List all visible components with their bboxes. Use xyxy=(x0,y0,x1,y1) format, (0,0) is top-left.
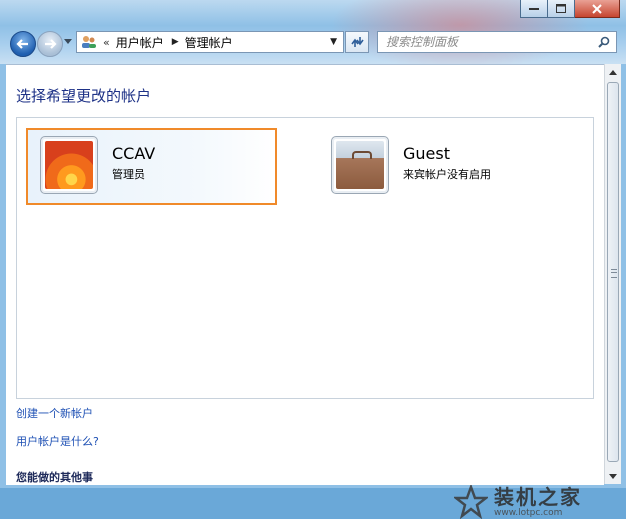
scroll-down-arrow-icon xyxy=(609,473,617,479)
watermark-title: 装机之家 xyxy=(494,485,582,509)
search-input[interactable] xyxy=(386,35,586,49)
address-overflow-icon[interactable]: « xyxy=(103,36,110,49)
minimize-icon xyxy=(529,7,539,10)
maximize-icon xyxy=(556,4,566,13)
forward-arrow-icon xyxy=(45,39,57,49)
forward-button[interactable] xyxy=(37,31,63,57)
scroll-grip-icon xyxy=(611,269,617,278)
refresh-button[interactable] xyxy=(345,31,369,53)
recent-pages-dropdown-icon[interactable] xyxy=(64,39,72,45)
vertical-scrollbar[interactable] xyxy=(604,64,621,484)
orange-flower-avatar-icon xyxy=(45,141,93,189)
account-tile-ccav[interactable]: CCAV 管理员 xyxy=(26,128,277,205)
minimize-button[interactable] xyxy=(520,0,548,18)
watermark-url: www.lotpc.com xyxy=(494,508,563,518)
account-role: 来宾帐户没有启用 xyxy=(403,168,491,181)
account-name: CCAV xyxy=(112,144,156,163)
breadcrumb-separator-icon[interactable]: ▶ xyxy=(172,37,179,47)
user-accounts-icon xyxy=(82,36,96,48)
close-button[interactable] xyxy=(575,0,620,18)
page-title: 选择希望更改的帐户 xyxy=(16,87,152,105)
close-icon xyxy=(592,3,602,14)
back-button[interactable] xyxy=(10,31,36,57)
account-role: 管理员 xyxy=(112,168,145,181)
suitcase-avatar-icon xyxy=(336,141,384,189)
star-logo-icon xyxy=(454,485,488,519)
window-frame-right xyxy=(621,64,626,488)
account-picture-frame xyxy=(331,136,389,194)
account-name: Guest xyxy=(403,144,450,163)
task-links: 创建一个新帐户 用户帐户是什么? xyxy=(16,405,99,461)
scroll-down-button[interactable] xyxy=(605,468,621,484)
what-is-user-account-link[interactable]: 用户帐户是什么? xyxy=(16,433,99,449)
address-dropdown-icon[interactable]: ▼ xyxy=(330,37,337,47)
scroll-thumb[interactable] xyxy=(607,82,619,462)
breadcrumb-user-accounts[interactable]: 用户帐户 xyxy=(116,34,164,51)
search-box[interactable] xyxy=(377,31,617,53)
back-arrow-icon xyxy=(16,39,28,49)
refresh-icon xyxy=(351,37,364,47)
search-icon[interactable] xyxy=(598,36,610,48)
breadcrumb-manage-accounts[interactable]: 管理帐户 xyxy=(185,34,233,51)
accounts-panel: CCAV 管理员 Guest 来宾帐户没有启用 xyxy=(16,117,594,399)
window-controls xyxy=(520,0,620,18)
maximize-button[interactable] xyxy=(548,0,575,18)
scroll-up-arrow-icon xyxy=(609,69,617,75)
scroll-up-button[interactable] xyxy=(605,64,621,80)
main-content: 选择希望更改的帐户 CCAV 管理员 Guest 来宾帐户没有启用 创建一个新帐… xyxy=(6,64,604,519)
watermark: 装机之家 www.lotpc.com xyxy=(454,485,582,519)
create-account-link[interactable]: 创建一个新帐户 xyxy=(16,405,99,421)
account-tile-guest[interactable]: Guest 来宾帐户没有启用 xyxy=(327,128,577,205)
address-bar[interactable]: « 用户帐户 ▶ 管理帐户 ▼ xyxy=(76,31,344,53)
account-picture-frame xyxy=(40,136,98,194)
other-tasks-heading: 您能做的其他事 xyxy=(16,471,93,484)
